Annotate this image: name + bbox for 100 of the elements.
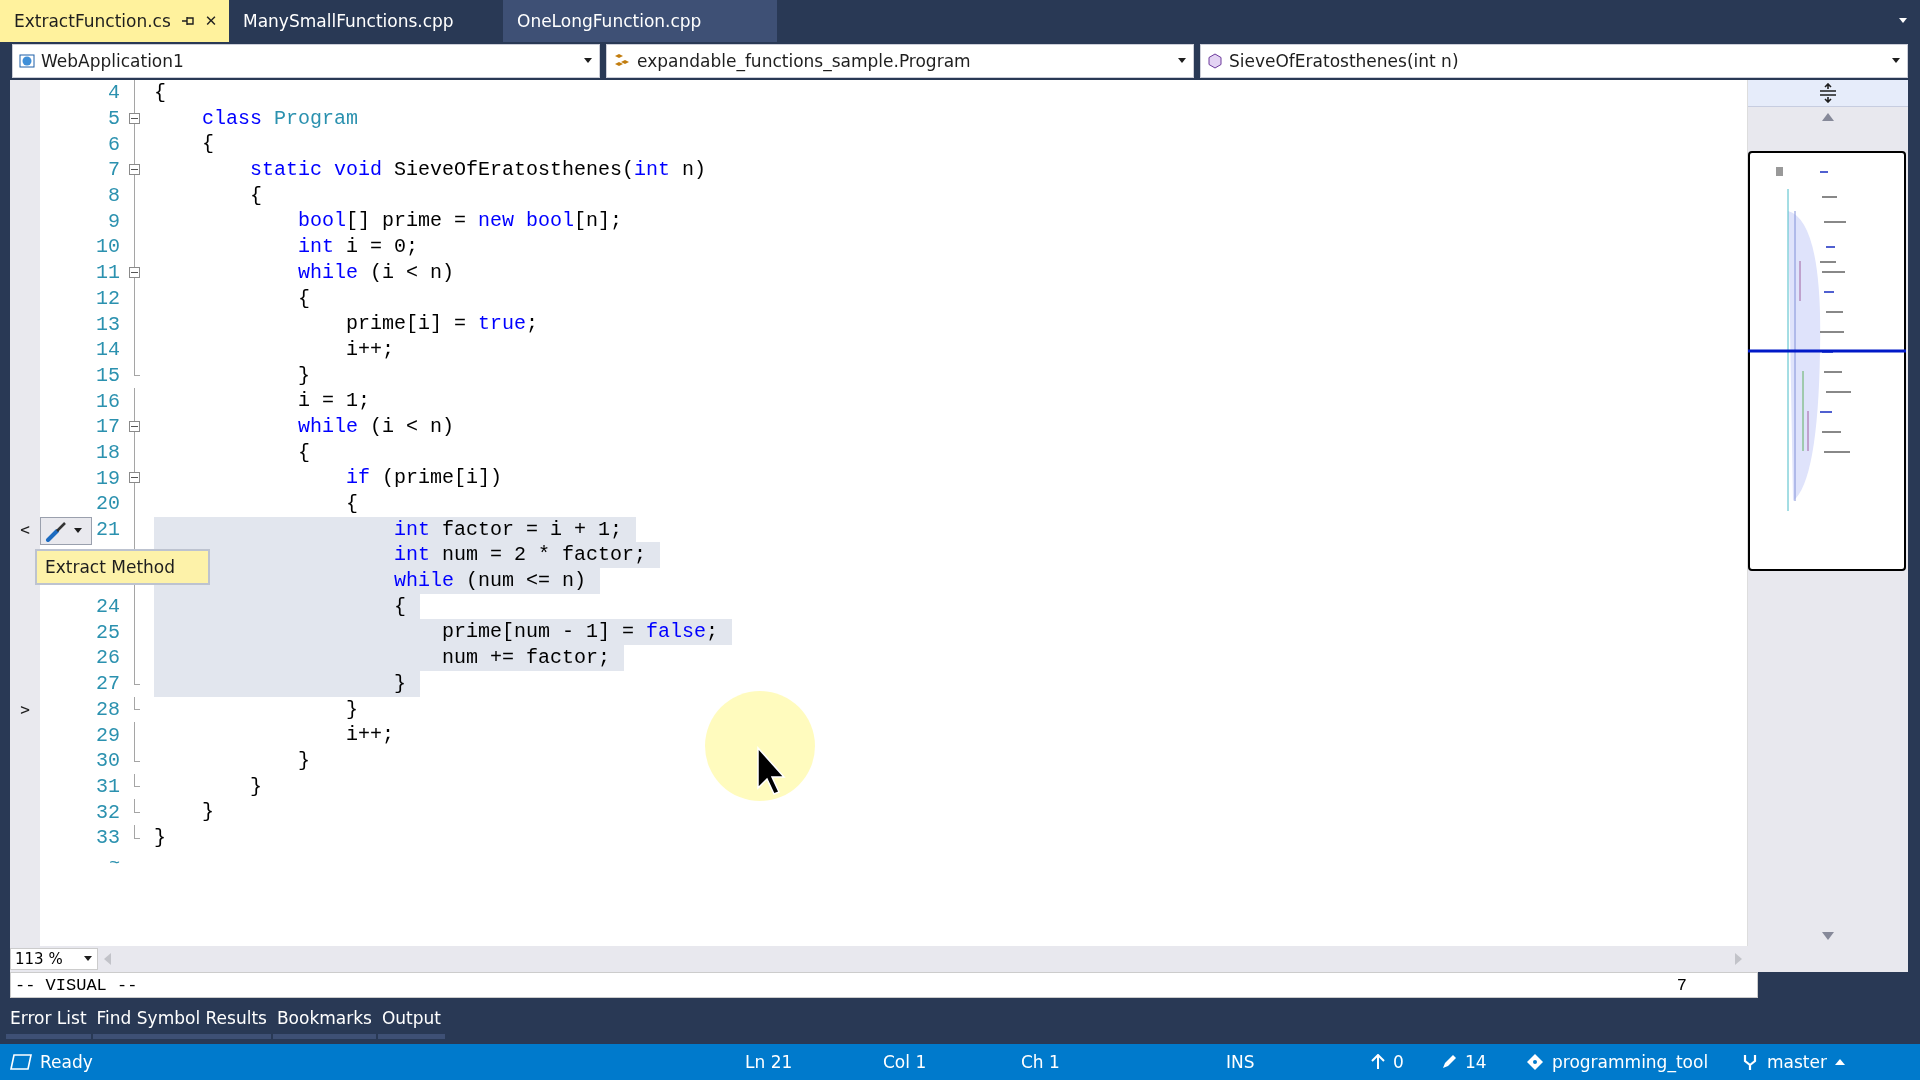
screwdriver-icon [45, 519, 69, 542]
collapse-icon[interactable] [129, 112, 140, 124]
split-icon[interactable] [1748, 80, 1908, 107]
code-line: { [297, 439, 312, 466]
line-number: 9 [108, 209, 120, 233]
code-line: { [154, 80, 167, 106]
code-line: bool[] prime = new bool[n]; [297, 208, 624, 235]
code-line: if (prime[i]) [345, 465, 504, 491]
line-number: 25 [96, 620, 120, 644]
insert-mode-indicator: INS [1226, 1052, 1255, 1072]
pin-icon[interactable] [180, 15, 195, 27]
code-line: static void SieveOfEratosthenes(int n) [249, 157, 708, 183]
line-number: 31 [96, 774, 120, 798]
line-number: 14 [96, 338, 120, 362]
line-number: 21 [96, 518, 120, 542]
dropdown-label: SieveOfEratosthenes(int n) [1229, 51, 1460, 71]
line-number: 12 [96, 286, 120, 310]
tool-window-tab[interactable]: Find Symbol Results [92, 1008, 271, 1039]
tab-label: ExtractFunction.cs [14, 11, 171, 31]
line-number: 19 [96, 466, 120, 490]
line-number: 27 [96, 672, 120, 696]
line-number: 28 [96, 697, 120, 721]
code-line: { [345, 491, 360, 517]
tool-window-tab[interactable]: Output [377, 1008, 445, 1039]
line-number: 10 [96, 235, 120, 259]
code-line: } [249, 773, 264, 800]
line-number: 17 [96, 415, 120, 439]
dropdown-label: WebApplication1 [41, 51, 185, 71]
scroll-up-icon[interactable] [1822, 113, 1834, 121]
code-line: } [297, 362, 312, 389]
tab-label: ManySmallFunctions.cpp [243, 11, 454, 31]
collapse-icon[interactable] [129, 420, 140, 432]
branch-icon [1741, 1053, 1759, 1071]
line-number: 18 [96, 440, 120, 464]
file-tab[interactable]: OneLongFunction.cpp [503, 0, 777, 42]
column-indicator: Col 1 [883, 1052, 927, 1072]
code-line: i++; [345, 336, 396, 363]
line-indicator: Ln 21 [745, 1052, 793, 1072]
line-number: 33 [96, 826, 120, 850]
message-icon [10, 1054, 32, 1070]
repository-selector[interactable]: programming_tool [1526, 1052, 1741, 1072]
line-number: 20 [96, 492, 120, 516]
code-line: class Program [201, 105, 360, 132]
up-caret-icon [1834, 1059, 1845, 1065]
git-icon [1526, 1053, 1544, 1071]
line-number: 29 [96, 723, 120, 747]
line-number: 32 [96, 800, 120, 824]
code-line: { [201, 131, 215, 158]
code-line: } [297, 747, 312, 774]
dropdown-icon[interactable] [1898, 18, 1908, 24]
zoom-dropdown[interactable]: 113 % [10, 948, 98, 970]
class-icon [613, 53, 631, 69]
unpushed-commits[interactable]: 0 [1371, 1052, 1441, 1072]
line-number: 30 [96, 749, 120, 773]
line-number: 5 [108, 107, 120, 131]
code-line: } [345, 696, 360, 723]
navigation-dropdown[interactable]: expandable_functions_sample.Program [606, 44, 1194, 78]
scroll-down-icon[interactable] [1822, 932, 1834, 940]
tab-label: OneLongFunction.cpp [517, 11, 702, 31]
caret-icon [83, 956, 93, 962]
code-line: { [297, 285, 312, 312]
branch-selector[interactable]: master [1741, 1052, 1845, 1072]
navigation-dropdown[interactable]: WebApplication1 [12, 44, 600, 78]
code-line: } [201, 799, 215, 825]
file-tab[interactable]: ManySmallFunctions.cpp [229, 0, 503, 42]
line-number: 11 [96, 261, 120, 285]
quick-actions-button[interactable] [40, 516, 92, 545]
web-project-icon [19, 53, 35, 69]
file-tab[interactable]: ExtractFunction.cs ✕ [0, 0, 229, 42]
line-number: 6 [108, 132, 120, 156]
line-number: 8 [108, 184, 120, 208]
collapse-icon[interactable] [129, 266, 140, 278]
pencil-icon [1441, 1054, 1457, 1070]
line-number: 15 [96, 363, 120, 387]
code-line: int i = 0; [297, 234, 420, 260]
line-number: 7 [108, 158, 120, 182]
dropdown-label: expandable_functions_sample.Program [637, 51, 972, 71]
code-line: { [249, 182, 264, 209]
tool-window-tab[interactable]: Error List [6, 1008, 91, 1039]
pending-changes[interactable]: 14 [1441, 1052, 1526, 1072]
gutter-arrow[interactable]: < [20, 520, 30, 540]
collapse-icon[interactable] [129, 472, 140, 484]
tool-window-tab[interactable]: Bookmarks [272, 1008, 376, 1039]
method-icon [1207, 53, 1223, 69]
caret-icon [1891, 58, 1901, 64]
code-line: } [154, 824, 167, 851]
caret-icon [1177, 58, 1187, 64]
collapse-icon[interactable] [129, 164, 140, 176]
close-button[interactable]: ✕ [204, 12, 218, 30]
status-text: Ready [40, 1052, 93, 1072]
gutter-arrow[interactable]: > [20, 699, 30, 719]
line-number: 24 [96, 595, 120, 619]
navigation-dropdown[interactable]: SieveOfEratosthenes(int n) [1200, 44, 1908, 78]
code-line: i = 1; [297, 388, 372, 414]
line-number: 4 [108, 81, 120, 105]
up-arrow-icon [1371, 1054, 1385, 1070]
code-line: prime[i] = true; [345, 311, 540, 337]
selection-count: 7 [1676, 975, 1687, 995]
end-of-file-marker: ~ [108, 853, 120, 874]
caret-icon [1898, 18, 1908, 24]
